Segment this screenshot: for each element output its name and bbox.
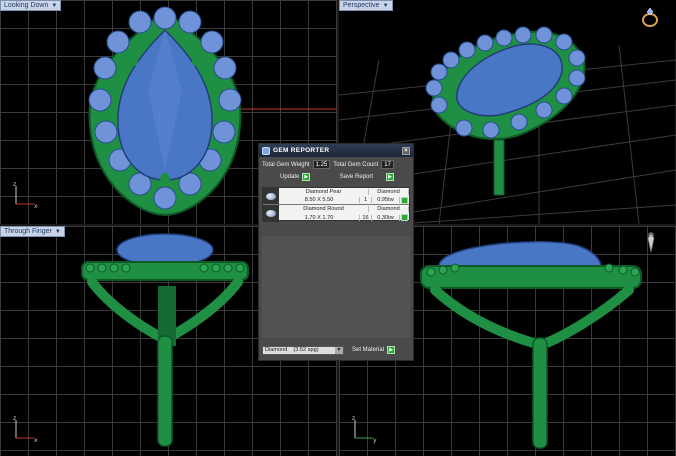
gem-material: Diamond	[369, 206, 409, 213]
play-icon[interactable]	[401, 196, 408, 204]
gem-reporter-logo-icon	[262, 146, 270, 155]
gem-thumbnail-icon	[263, 188, 279, 204]
viewport-label-through-finger[interactable]: Through Finger ▼	[0, 226, 65, 237]
update-label: Update	[280, 174, 300, 180]
gem-thumbnail-icon	[263, 205, 279, 222]
total-gem-weight-value: 1.25	[312, 160, 331, 169]
material-controls: Diamond (3.52 spg) ▼ Set Material ▶	[262, 344, 410, 356]
svg-text:x: x	[34, 203, 38, 210]
chevron-down-icon[interactable]: ▼	[335, 346, 343, 354]
ring-icon[interactable]	[640, 6, 660, 28]
gem-reporter-titlebar[interactable]: GEM REPORTER ×	[259, 144, 413, 157]
gem-count: 1	[360, 197, 372, 203]
gem-name: Diamond Pear	[279, 189, 369, 195]
material-select[interactable]: Diamond (3.52 spg) ▼	[262, 345, 344, 355]
axis-gizmo: zy	[349, 414, 379, 444]
set-material-button[interactable]: Set Material ▶	[352, 346, 396, 354]
viewport-label-looking-down[interactable]: Looking Down ▼	[0, 0, 62, 11]
gem-material: Diamond	[369, 189, 409, 195]
material-spg: (3.52 spg)	[293, 347, 319, 353]
dropdown-arrow-icon[interactable]: ▼	[55, 229, 61, 235]
total-gem-weight-label: Total Gem Weight	[262, 161, 310, 168]
gem-weight: 0.30tw	[372, 214, 400, 221]
axis-gizmo: zx	[10, 180, 40, 210]
set-material-label: Set Material	[352, 347, 385, 353]
play-icon[interactable]: ▶	[387, 346, 396, 354]
svg-text:y: y	[373, 437, 377, 444]
gem-list: Diamond Pear Diamond 8.50 X 5.50 1 0.95t…	[262, 187, 410, 222]
gem-size: 8.50 X 5.50	[279, 197, 360, 203]
gem-name: Diamond Round	[279, 206, 369, 213]
gem-reporter-actions: Update ▶ Save Report ▶	[259, 169, 413, 185]
total-gem-count-value: 17	[381, 160, 394, 169]
svg-text:z: z	[352, 415, 355, 422]
viewport-label-perspective[interactable]: Perspective ▼	[339, 0, 393, 11]
close-icon[interactable]: ×	[402, 146, 410, 155]
pendant-icon[interactable]	[644, 232, 658, 254]
svg-text:z: z	[13, 415, 16, 422]
dropdown-arrow-icon[interactable]: ▼	[51, 3, 57, 9]
update-button[interactable]: Update ▶	[280, 173, 311, 181]
dropdown-arrow-icon[interactable]: ▼	[383, 3, 389, 9]
gem-count: 16	[360, 214, 372, 221]
gem-totals: Total Gem Weight 1.25 Total Gem Count 17	[259, 157, 413, 169]
gem-weight: 0.95tw	[372, 197, 400, 203]
svg-text:x: x	[34, 437, 38, 444]
play-icon[interactable]: ▶	[302, 173, 311, 181]
material-select-value: Diamond	[265, 347, 288, 353]
gem-size: 1.70 X 1.70	[279, 214, 360, 221]
gem-row[interactable]: Diamond Round Diamond 1.70 X 1.70 16 0.3…	[263, 205, 409, 222]
play-icon[interactable]	[401, 214, 408, 222]
gem-list-empty-area	[262, 236, 410, 338]
gem-reporter-panel: GEM REPORTER × Total Gem Weight 1.25 Tot…	[258, 143, 414, 361]
play-icon[interactable]: ▶	[386, 173, 394, 181]
save-report-button[interactable]: Save Report ▶	[340, 173, 394, 181]
total-gem-count-label: Total Gem Count	[333, 161, 379, 168]
svg-text:z: z	[13, 181, 16, 188]
axis-gizmo: zx	[10, 414, 40, 444]
gem-reporter-title: GEM REPORTER	[273, 147, 330, 154]
gem-row[interactable]: Diamond Pear Diamond 8.50 X 5.50 1 0.95t…	[263, 188, 409, 205]
save-report-label: Save Report	[339, 174, 373, 180]
